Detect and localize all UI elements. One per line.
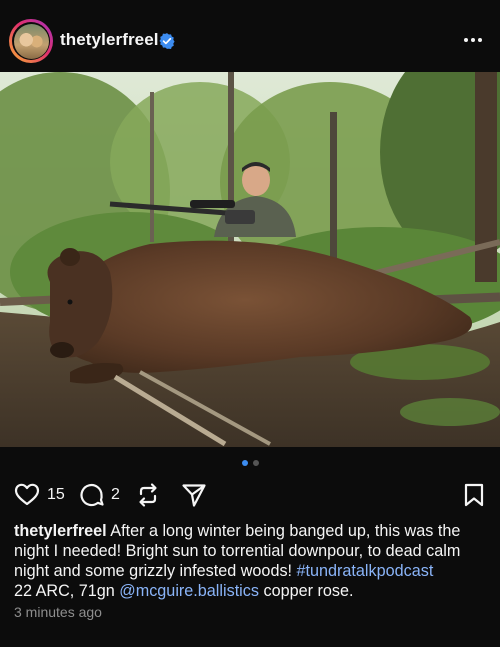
carousel-pager <box>0 460 500 466</box>
comment-icon[interactable] <box>79 482 105 508</box>
post-actions: 15 2 <box>0 480 500 510</box>
avatar-ring <box>12 22 50 60</box>
bookmark-icon[interactable] <box>461 482 487 508</box>
caption-username[interactable]: thetylerfreel <box>14 522 107 540</box>
avatar[interactable] <box>9 19 53 63</box>
caption-text-2: 22 ARC, 71gn <box>14 582 120 600</box>
post-timestamp: 3 minutes ago <box>14 604 102 620</box>
caption-text-3: copper rose. <box>258 582 354 600</box>
carousel-dot[interactable] <box>252 460 259 466</box>
username-link[interactable]: thetylerfreel <box>60 30 159 50</box>
verified-badge-icon <box>159 33 175 50</box>
post-photo-illustration <box>0 72 500 447</box>
share-icon[interactable] <box>181 482 207 508</box>
post-header: thetylerfreel <box>0 0 500 70</box>
like-count[interactable]: 15 <box>47 486 65 504</box>
avatar-photo <box>13 23 49 59</box>
caption-hashtag[interactable]: #tundratalkpodcast <box>297 562 434 580</box>
comment-count[interactable]: 2 <box>111 486 120 504</box>
heart-icon[interactable] <box>14 482 40 508</box>
post-photo[interactable] <box>0 72 500 447</box>
caption-mention[interactable]: @mcguire.ballistics <box>119 582 259 600</box>
more-options-icon[interactable] <box>462 30 484 50</box>
repost-icon[interactable] <box>135 482 161 508</box>
post-caption: thetylerfreel After a long winter being … <box>14 521 486 601</box>
post: thetylerfreel 15 2 thetylerfreel After a… <box>0 0 500 647</box>
carousel-dot-active[interactable] <box>241 460 248 466</box>
